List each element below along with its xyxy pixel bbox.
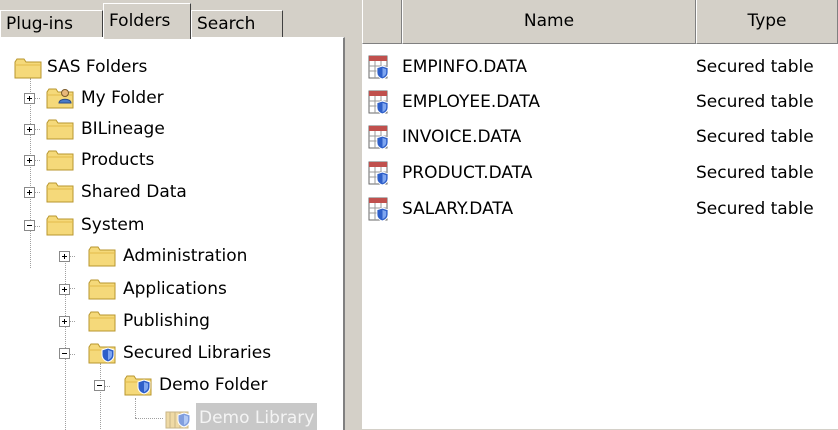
tab-plug-ins[interactable]: Plug-ins [0,10,103,38]
secured-library-icon [164,406,191,430]
tree-item-secured-libraries[interactable]: Secured Libraries [0,338,340,368]
tree-item-demo-folder[interactable]: Demo Folder [0,370,340,400]
expand-icon[interactable] [24,93,35,104]
folder-icon [46,180,74,204]
collapse-icon[interactable] [24,220,35,231]
column-header-icon[interactable] [362,0,402,44]
expand-icon[interactable] [59,284,70,295]
table-row[interactable]: PRODUCT.DATA Secured table [362,155,838,191]
secured-table-icon [368,161,389,186]
tree-item-publishing[interactable]: Publishing [0,306,340,336]
row-type: Secured table [696,57,814,77]
secured-table-icon [368,197,389,222]
tree-item-label: Secured Libraries [123,343,272,363]
folder-icon [46,117,74,141]
tree-item-applications[interactable]: Applications [0,274,340,304]
tree-item-label: Applications [123,279,227,299]
row-name: SALARY.DATA [402,199,514,219]
row-name: PRODUCT.DATA [402,163,533,183]
table-row[interactable]: INVOICE.DATA Secured table [362,119,838,155]
tree-item-bilineage[interactable]: BILineage [0,114,340,144]
tab-label: Folders [109,11,171,31]
tree-item-sas-folders[interactable]: SAS Folders [0,52,340,82]
expand-icon[interactable] [24,155,35,166]
column-header-name[interactable]: Name [402,0,696,44]
row-type: Secured table [696,127,814,147]
tree-item-label: Shared Data [81,182,187,202]
row-name: EMPINFO.DATA [402,57,528,77]
collapse-icon[interactable] [59,348,70,359]
tree-item-shared-data[interactable]: Shared Data [0,177,340,207]
folder-icon [46,213,74,237]
tab-folders[interactable]: Folders [103,3,191,39]
folder-icon [88,309,116,333]
expand-icon[interactable] [59,316,70,327]
table-row[interactable]: EMPLOYEE.DATA Secured table [362,84,838,120]
folder-icon [88,277,116,301]
tree-item-system[interactable]: System [0,210,340,240]
pane-tab-strip: Plug-ins Folders Search [0,0,346,39]
tree-item-demo-library[interactable]: Demo Library [0,403,340,430]
tab-label: Plug-ins [6,14,74,34]
tree-item-products[interactable]: Products [0,145,340,175]
pane-splitter[interactable] [346,0,362,429]
tab-label: Search [197,14,256,34]
tree-item-label: BILineage [81,119,165,139]
tree-item-label: Products [81,150,155,170]
row-type: Secured table [696,163,814,183]
tree-item-label: My Folder [81,88,164,108]
collapse-icon[interactable] [94,380,105,391]
table-row[interactable]: EMPINFO.DATA Secured table [362,49,838,85]
folder-icon [46,148,74,172]
tree-item-label: Publishing [123,311,210,331]
table-row[interactable]: SALARY.DATA Secured table [362,191,838,227]
tree-item-label: Demo Library [196,403,318,430]
tree-item-label: Administration [123,246,248,266]
folder-icon [88,244,116,268]
tree-item-administration[interactable]: Administration [0,241,340,271]
secured-table-icon [368,90,389,115]
tab-search[interactable]: Search [191,10,283,38]
folder-tree-pane: Plug-ins Folders Search SAS Folders My F… [0,0,346,430]
column-header-label: Name [523,11,575,31]
tree-item-label: Demo Folder [159,375,268,395]
folder-icon [14,56,42,80]
tree-item-label: SAS Folders [47,57,148,77]
column-header-type[interactable]: Type [696,0,838,44]
folders-tree[interactable]: SAS Folders My Folder BILineage Products… [0,37,345,430]
row-type: Secured table [696,199,814,219]
column-header-label: Type [747,11,787,31]
user-folder-icon [46,86,74,110]
row-name: INVOICE.DATA [402,127,522,147]
expand-icon[interactable] [59,251,70,262]
secured-folder-icon [124,373,152,397]
row-name: EMPLOYEE.DATA [402,92,541,112]
tree-item-label: System [81,215,145,235]
list-header: Name Type [362,0,838,44]
expand-icon[interactable] [24,187,35,198]
secured-table-icon [368,125,389,150]
secured-table-icon [368,55,389,80]
expand-icon[interactable] [24,124,35,135]
tree-item-my-folder[interactable]: My Folder [0,83,340,113]
secured-folder-icon [88,341,116,365]
row-type: Secured table [696,92,814,112]
folder-contents-pane: Name Type EMPINFO.DATA Secured table EMP… [362,0,838,429]
